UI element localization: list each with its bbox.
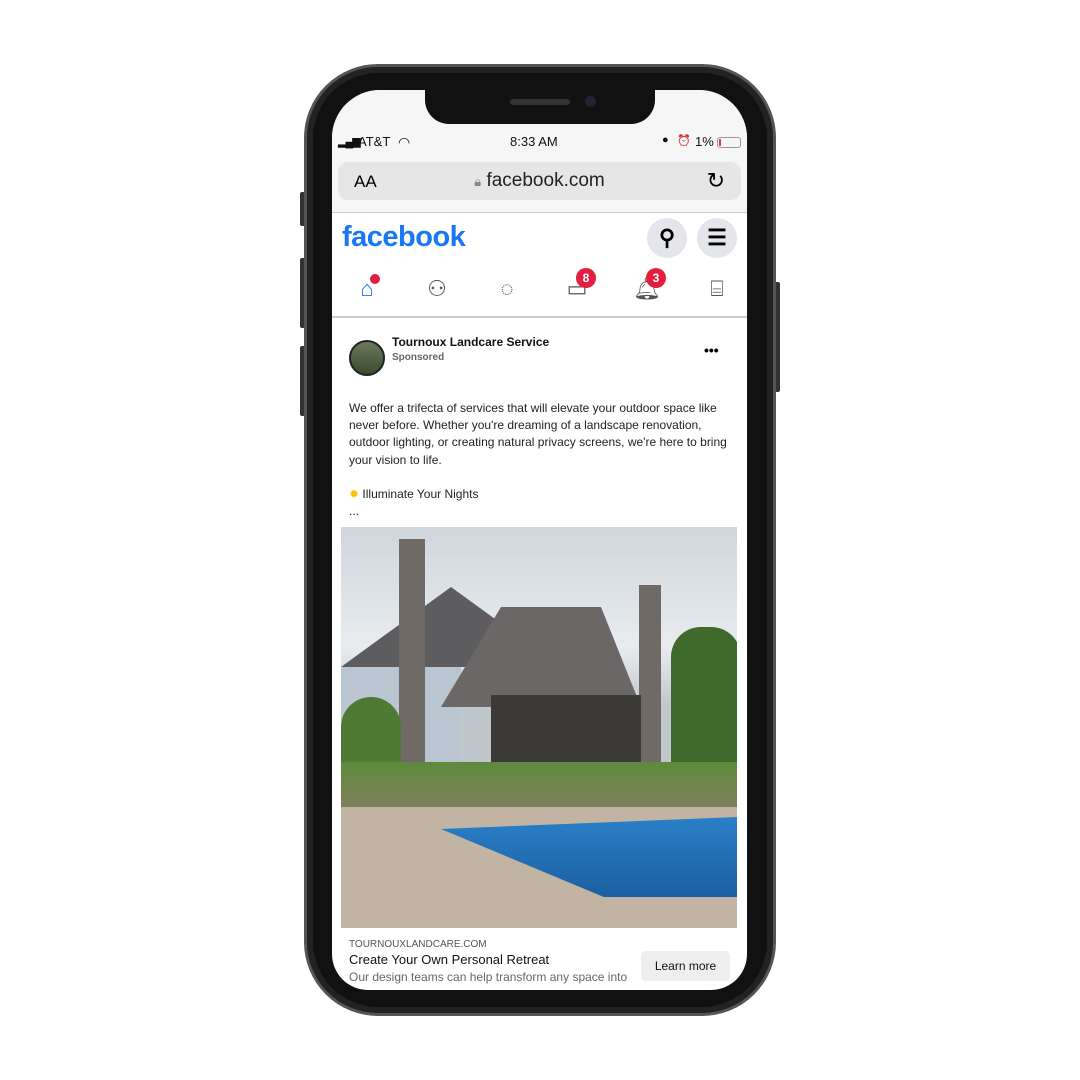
messenger-icon: ◌ <box>500 276 514 301</box>
post-highlight: Illuminate Your Nights <box>362 487 479 502</box>
camera <box>585 96 596 107</box>
signal-icon: ▂▄▆ <box>338 136 361 148</box>
see-more[interactable]: ... <box>349 503 739 520</box>
link-title[interactable]: Create Your Own Personal Retreat <box>349 952 549 967</box>
notch <box>425 90 655 124</box>
battery-icon <box>717 137 741 148</box>
address-bar[interactable]: AA 🔒︎ facebook.com ↻ <box>338 162 741 200</box>
post-image[interactable] <box>341 527 737 928</box>
friends-icon: ⚇ <box>427 276 447 301</box>
store-icon: ⌸ <box>710 276 724 301</box>
lightbulb-icon: ✹ <box>349 487 360 502</box>
tab-messenger[interactable]: ◌ <box>492 276 522 306</box>
search-button[interactable]: ⚲ <box>647 218 687 258</box>
reload-icon[interactable]: ↻ <box>707 168 725 194</box>
tab-friends[interactable]: ⚇ <box>422 276 452 306</box>
post-body: We offer a trifecta of services that wil… <box>349 401 727 467</box>
menu-button[interactable]: ☰ <box>697 218 737 258</box>
link-description: Our design teams can help transform any … <box>349 970 628 984</box>
nav-tabs: ⌂ ⚇ ◌ ▭ 8 🔔︎ 3 ⌸ <box>332 268 747 318</box>
hamburger-icon: ☰ <box>707 225 727 250</box>
facebook-logo[interactable]: facebook <box>342 221 466 254</box>
carrier: AT&T <box>358 134 391 149</box>
wifi-icon: ◠ <box>398 134 411 150</box>
more-options-icon[interactable]: ••• <box>704 342 719 358</box>
watch-badge: 8 <box>576 268 596 288</box>
link-domain[interactable]: TOURNOUXLANDCARE.COM <box>349 939 487 950</box>
tab-marketplace[interactable]: ⌸ <box>702 276 732 306</box>
tab-watch[interactable]: ▭ 8 <box>562 268 596 306</box>
speaker <box>510 99 570 105</box>
url-text: facebook.com <box>486 170 605 191</box>
status-bar: ▂▄▆ AT&T ◠ 8:33 AM ● ⏰ 1% <box>332 134 747 154</box>
learn-more-button[interactable]: Learn more <box>641 951 730 981</box>
tab-home[interactable]: ⌂ <box>352 274 382 306</box>
lock-icon: 🔒︎ <box>474 174 482 189</box>
page-name[interactable]: Tournoux Landcare Service <box>392 335 549 349</box>
search-icon: ⚲ <box>658 225 676 250</box>
alarm-icon: ⏰ <box>677 135 691 147</box>
person-icon: ● <box>662 134 669 146</box>
sponsored-post: Tournoux Landcare Service Sponsored ••• … <box>332 318 747 990</box>
notifications-badge: 3 <box>646 268 666 288</box>
post-text: We offer a trifecta of services that wil… <box>349 400 739 520</box>
sponsored-label: Sponsored <box>392 352 445 363</box>
battery-percent: 1% <box>695 134 714 149</box>
avatar[interactable] <box>349 340 385 376</box>
tab-notifications[interactable]: 🔔︎ 3 <box>632 268 666 306</box>
phone-screen: ▂▄▆ AT&T ◠ 8:33 AM ● ⏰ 1% AA 🔒︎ facebook… <box>332 90 747 990</box>
clock: 8:33 AM <box>510 134 558 149</box>
